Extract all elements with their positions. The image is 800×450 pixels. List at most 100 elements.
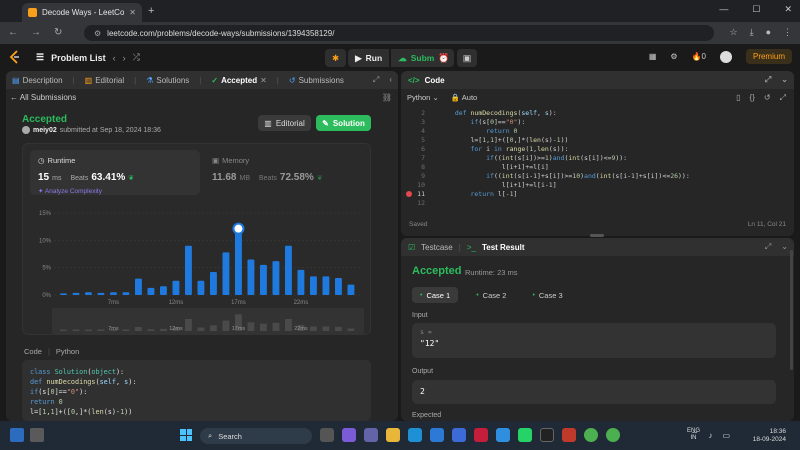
tab-editorial[interactable]: ▥ Editorial xyxy=(85,76,124,85)
app-icon[interactable] xyxy=(452,428,466,442)
close-tab-accepted-icon[interactable]: ✕ xyxy=(260,76,267,85)
y-tick-label: 15% xyxy=(39,211,52,217)
fullscreen-icon[interactable]: ⤢ xyxy=(780,93,786,103)
prev-problem-icon[interactable]: ‹ xyxy=(113,53,116,63)
collapse-panel-icon[interactable]: ⌄ xyxy=(781,75,788,85)
wifi-icon[interactable]: ⌔ xyxy=(691,430,699,440)
volume-icon[interactable]: ♪ xyxy=(708,431,712,440)
shuffle-icon[interactable]: ⤮ xyxy=(133,52,140,63)
settings-icon[interactable]: ⚙ xyxy=(670,52,677,61)
editorial-button[interactable]: ▥ Editorial xyxy=(258,115,311,131)
copilot-icon[interactable] xyxy=(342,428,356,442)
store-icon[interactable] xyxy=(430,428,444,442)
scrollbar[interactable] xyxy=(790,250,793,370)
tab-code[interactable]: Code xyxy=(425,76,445,85)
user-avatar[interactable] xyxy=(22,126,30,134)
submitted-code[interactable]: class Solution(object): def numDecodings… xyxy=(22,360,371,421)
profile-icon[interactable]: ● xyxy=(766,27,771,38)
language-select[interactable]: Python ⌄ xyxy=(407,93,439,102)
case-tab-1[interactable]: • Case 1 xyxy=(412,287,459,303)
back-to-submissions[interactable]: ← All Submissions xyxy=(10,93,76,102)
username[interactable]: meiy02 xyxy=(33,127,57,134)
battery-icon[interactable]: ▭ xyxy=(722,431,730,440)
reset-icon[interactable]: ↺ xyxy=(764,93,771,103)
notes-icon[interactable]: ▣ xyxy=(457,49,477,67)
tab-editorial-label: Editorial xyxy=(95,75,125,85)
analyze-complexity-link[interactable]: ✦ Analyze Complexity xyxy=(38,187,102,195)
leetcode-logo-icon[interactable] xyxy=(9,50,21,64)
tab-accepted[interactable]: ✓ Accepted ✕ xyxy=(211,76,266,85)
bookmark-icon[interactable]: ▯ xyxy=(736,93,740,103)
chrome-icon[interactable] xyxy=(584,428,598,442)
minimize-icon[interactable]: — xyxy=(719,4,728,15)
maximize-panel-icon[interactable]: ⤢ xyxy=(765,242,771,252)
share-link-icon[interactable]: ⛓ xyxy=(382,93,392,102)
file-explorer-icon[interactable] xyxy=(386,428,400,442)
vscode-icon[interactable] xyxy=(496,428,510,442)
tab-testcase[interactable]: Testcase xyxy=(421,243,453,252)
close-window-icon[interactable]: ✕ xyxy=(784,4,792,15)
taskbar-search[interactable]: ⌕ Search xyxy=(200,428,312,444)
auto-mode[interactable]: 🔒 Auto xyxy=(451,93,477,102)
run-button[interactable]: ▶ Run xyxy=(348,49,390,67)
breakpoint-icon[interactable] xyxy=(406,191,412,197)
close-tab-icon[interactable]: ✕ xyxy=(129,8,136,17)
tab-submissions[interactable]: ↺ Submissions xyxy=(289,76,344,85)
premium-button[interactable]: Premium xyxy=(745,49,792,64)
code-line: def numDecodings(self, s): xyxy=(30,378,137,386)
tab-solutions[interactable]: ⚗ Solutions xyxy=(146,76,189,85)
collapse-panel-icon[interactable]: ⌄ xyxy=(781,242,788,252)
memory-header[interactable]: ▣ Memory xyxy=(212,156,249,165)
windows-start-icon[interactable] xyxy=(180,429,192,441)
debug-button[interactable]: ✱ xyxy=(325,49,347,67)
braces-icon[interactable]: {} xyxy=(750,93,755,103)
layout-icon[interactable]: ▦ xyxy=(649,52,657,61)
solution-button[interactable]: ✎ Solution xyxy=(316,115,371,131)
task-view-icon[interactable] xyxy=(320,428,334,442)
code-editor[interactable]: 2 3 4 5 6 7 8 9 10 11 12 def numDecoding… xyxy=(401,107,794,207)
maximize-panel-icon[interactable]: ⤢ xyxy=(765,75,771,85)
forward-icon[interactable]: → xyxy=(31,27,41,38)
whatsapp-icon[interactable] xyxy=(518,428,532,442)
downloads-icon[interactable]: ⤓ xyxy=(750,27,754,38)
url-field[interactable]: ⚙ leetcode.com/problems/decode-ways/subm… xyxy=(84,25,714,41)
back-icon[interactable]: ← xyxy=(8,27,18,38)
browser-tab[interactable]: Decode Ways - LeetCode ✕ xyxy=(22,3,142,22)
collapse-panel-icon[interactable]: ‹ xyxy=(389,75,392,85)
app-icon[interactable] xyxy=(562,428,576,442)
tab-test-result[interactable]: Test Result xyxy=(482,243,525,252)
code-brackets-icon: </> xyxy=(408,75,420,85)
bookmark-star-icon[interactable]: ☆ xyxy=(730,27,738,38)
widgets-icon[interactable] xyxy=(30,428,44,442)
maximize-icon[interactable]: ☐ xyxy=(752,4,760,15)
terminal-app-icon[interactable] xyxy=(540,428,554,442)
chrome-icon[interactable] xyxy=(606,428,620,442)
edge-icon[interactable] xyxy=(408,428,422,442)
case-tab-3[interactable]: • Case 3 xyxy=(524,287,570,303)
menu-icon[interactable]: ⋮ xyxy=(783,27,792,38)
pass-dot-icon: • xyxy=(532,291,535,299)
tab-accepted-label: Accepted xyxy=(221,75,258,85)
mcafee-icon[interactable] xyxy=(474,428,488,442)
list-icon[interactable]: ☰ xyxy=(36,52,44,63)
app-icon[interactable] xyxy=(10,428,24,442)
case-tab-2[interactable]: • Case 2 xyxy=(468,287,514,303)
panel-resize-handle[interactable] xyxy=(590,234,604,237)
runtime-distribution-chart[interactable]: 15% 10% 5% 0% 7ms 12ms 17ms 22ms 7ms 12ms 17ms 22ms xyxy=(22,201,371,336)
clock[interactable]: 18:36 18-09-2024 xyxy=(753,428,786,444)
tab-description[interactable]: ▤ Description xyxy=(12,76,63,85)
streak-counter[interactable]: 🔥0 xyxy=(692,52,706,61)
teams-icon[interactable] xyxy=(364,428,378,442)
next-problem-icon[interactable]: › xyxy=(123,53,126,63)
timer-icon[interactable]: ⏰ xyxy=(434,49,454,67)
page-info-icon[interactable]: ⚙ xyxy=(94,29,101,38)
reload-icon[interactable]: ↻ xyxy=(54,27,62,38)
chart-bar xyxy=(172,280,180,295)
chart-bar xyxy=(260,264,267,295)
test-status: Accepted xyxy=(412,265,462,277)
new-tab-icon[interactable]: + xyxy=(148,5,154,17)
maximize-panel-icon[interactable]: ⤢ xyxy=(373,75,379,85)
url-text: leetcode.com/problems/decode-ways/submis… xyxy=(107,28,335,38)
avatar[interactable] xyxy=(719,50,732,63)
problem-list-link[interactable]: Problem List xyxy=(51,53,106,63)
